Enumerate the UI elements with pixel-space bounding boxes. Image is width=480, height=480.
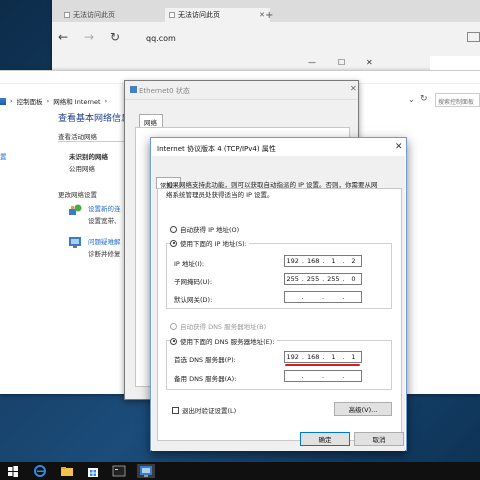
manual-dns-option[interactable]: 使用下面的 DNS 服务器地址(E):	[170, 336, 277, 346]
change-settings-label: 更改网络设置	[58, 191, 97, 199]
troubleshoot-desc: 诊断并修复	[88, 250, 121, 258]
description-line: 如果网络支持此功能，则可以获取自动指派的 IP 设置。否则，你需要从网	[166, 181, 378, 189]
status-window-title: Ethernet0 状态	[139, 87, 190, 95]
windows-start-icon[interactable]	[6, 464, 20, 478]
network-type: 公用网络	[69, 165, 95, 173]
default-gateway-label: 默认网关(D):	[174, 296, 213, 304]
highlight-underline	[285, 364, 360, 366]
breadcrumb-separator: ›	[104, 97, 108, 105]
auto-ip-label: 自动获得 IP 地址(O)	[180, 226, 240, 234]
forward-button[interactable]: →	[84, 30, 94, 44]
edge-browser-window: 无法访问此页 无法访问此页 ✕ + ← → ↻ qq.com	[52, 0, 480, 70]
sidebar-link-fragment[interactable]: 置	[0, 151, 7, 161]
close-button[interactable]: ✕	[395, 142, 403, 152]
manual-ip-label: 使用下面的 IP 地址(S):	[180, 240, 247, 248]
store-icon[interactable]	[86, 464, 100, 478]
active-networks-label: 查看活动网络	[58, 133, 97, 141]
browser-tab-label: 无法访问此页	[73, 11, 115, 19]
page-title: 查看基本网络信息	[58, 114, 131, 124]
divider	[58, 141, 128, 142]
new-tab-button[interactable]: +	[265, 10, 273, 21]
preferred-dns-label: 首选 DNS 服务器(P):	[174, 356, 236, 364]
address-bar[interactable]: qq.com	[146, 34, 176, 43]
dns-octet: 192	[286, 353, 299, 361]
mask-octet: 255	[327, 275, 340, 283]
network-settings-icon[interactable]	[139, 464, 153, 478]
close-button[interactable]: ✕	[350, 84, 357, 93]
mask-octet: 255	[306, 275, 320, 283]
alternate-dns-label: 备用 DNS 服务器(A):	[174, 375, 237, 383]
auto-dns-option[interactable]: 自动获得 DNS 服务器地址(B)	[170, 321, 266, 331]
subnet-mask-field[interactable]: 255. 255. 255. 0	[284, 273, 362, 285]
dialog-title: Internet 协议版本 4 (TCP/IPv4) 属性	[157, 145, 276, 153]
page-icon	[169, 12, 175, 18]
file-explorer-icon[interactable]	[60, 464, 74, 478]
default-gateway-field[interactable]: ...	[284, 291, 362, 303]
search-input[interactable]: 搜索控制面板	[435, 93, 480, 107]
breadcrumb-separator: ›	[10, 97, 13, 105]
alternate-dns-field[interactable]: ...	[284, 370, 362, 382]
manual-dns-label: 使用下面的 DNS 服务器地址(E):	[180, 338, 275, 346]
validate-settings-checkbox[interactable]	[172, 406, 179, 414]
subnet-mask-label: 子网掩码(U):	[174, 278, 213, 286]
ip-address-label: IP 地址(I):	[174, 260, 205, 268]
refresh-button[interactable]: ↻	[110, 30, 120, 44]
browser-tab-label: 无法访问此页	[178, 11, 220, 19]
breadcrumb-item-control-panel[interactable]: 控制面板	[17, 96, 43, 106]
close-button[interactable]: ✕	[366, 58, 373, 67]
setup-connection-desc: 设置宽带、	[88, 217, 121, 225]
dialog-description: 如果网络支持此功能，则可以获取自动指派的 IP 设置。否则，你需要从网 络系统管…	[166, 180, 396, 200]
browser-tab-1[interactable]: 无法访问此页	[60, 8, 162, 22]
divider	[125, 99, 358, 100]
ok-button[interactable]: 确定	[300, 432, 350, 446]
maximize-button[interactable]: ☐	[338, 58, 345, 67]
auto-dns-radio[interactable]	[170, 322, 177, 330]
back-button[interactable]: ←	[58, 30, 68, 44]
reading-view-icon[interactable]	[467, 32, 480, 42]
ip-address-field[interactable]: 192. 168. 1. 2	[284, 255, 362, 267]
manual-ip-option[interactable]: 使用下面的 IP 地址(S):	[170, 238, 249, 248]
advanced-button[interactable]: 高级(V)...	[334, 402, 392, 416]
network-icon	[130, 86, 137, 93]
network-name: 未识别的网络	[69, 153, 108, 161]
control-panel-icon	[0, 97, 6, 105]
minimize-button[interactable]: —	[308, 58, 316, 67]
tab-network[interactable]: 网络	[139, 114, 163, 127]
auto-dns-label: 自动获得 DNS 服务器地址(B)	[180, 323, 267, 331]
validate-settings-label: 退出时验证设置(L)	[182, 407, 237, 415]
troubleshoot-link[interactable]: 问题疑难解	[88, 236, 121, 246]
breadcrumb: › 控制面板 › 网络和 Internet ›	[0, 94, 107, 108]
ip-octet: 192	[286, 257, 299, 265]
troubleshoot-icon	[69, 237, 81, 248]
auto-ip-option[interactable]: 自动获得 IP 地址(O)	[170, 224, 239, 234]
ip-octet: 168	[306, 257, 320, 265]
ip-octet: 2	[351, 257, 356, 265]
edge-icon[interactable]	[33, 464, 47, 478]
dns-octet: 1	[351, 353, 356, 361]
description-line: 络系统管理员处获得适当的 IP 设置。	[166, 191, 274, 199]
manual-ip-radio[interactable]	[170, 239, 177, 247]
window-controls: — ☐ ✕	[300, 58, 380, 72]
mask-octet: 255	[286, 275, 299, 283]
mask-octet: 0	[351, 275, 356, 283]
ip-octet: 1	[331, 257, 336, 265]
setup-connection-link[interactable]: 设置新的连	[88, 203, 121, 213]
control-panel-titlebar	[430, 56, 480, 70]
manual-dns-radio[interactable]	[170, 337, 177, 345]
chevron-down-icon[interactable]: ⌄	[408, 95, 415, 104]
page-icon	[64, 12, 70, 18]
breadcrumb-separator: ›	[46, 97, 50, 105]
auto-ip-radio[interactable]	[170, 225, 177, 233]
breadcrumb-item-network[interactable]: 网络和 Internet	[53, 96, 100, 106]
refresh-icon[interactable]: ↻	[420, 94, 428, 104]
dns-octet: 168	[306, 353, 320, 361]
dns-octet: 1	[331, 353, 336, 361]
validate-settings-option[interactable]: 退出时验证设置(L)	[172, 405, 236, 415]
cancel-button[interactable]: 取消	[354, 432, 404, 446]
browser-tab-2[interactable]: 无法访问此页 ✕	[165, 8, 270, 22]
preferred-dns-field[interactable]: 192. 168. 1. 1	[284, 351, 362, 363]
command-prompt-icon[interactable]	[112, 464, 126, 478]
network-setup-icon	[69, 204, 82, 215]
